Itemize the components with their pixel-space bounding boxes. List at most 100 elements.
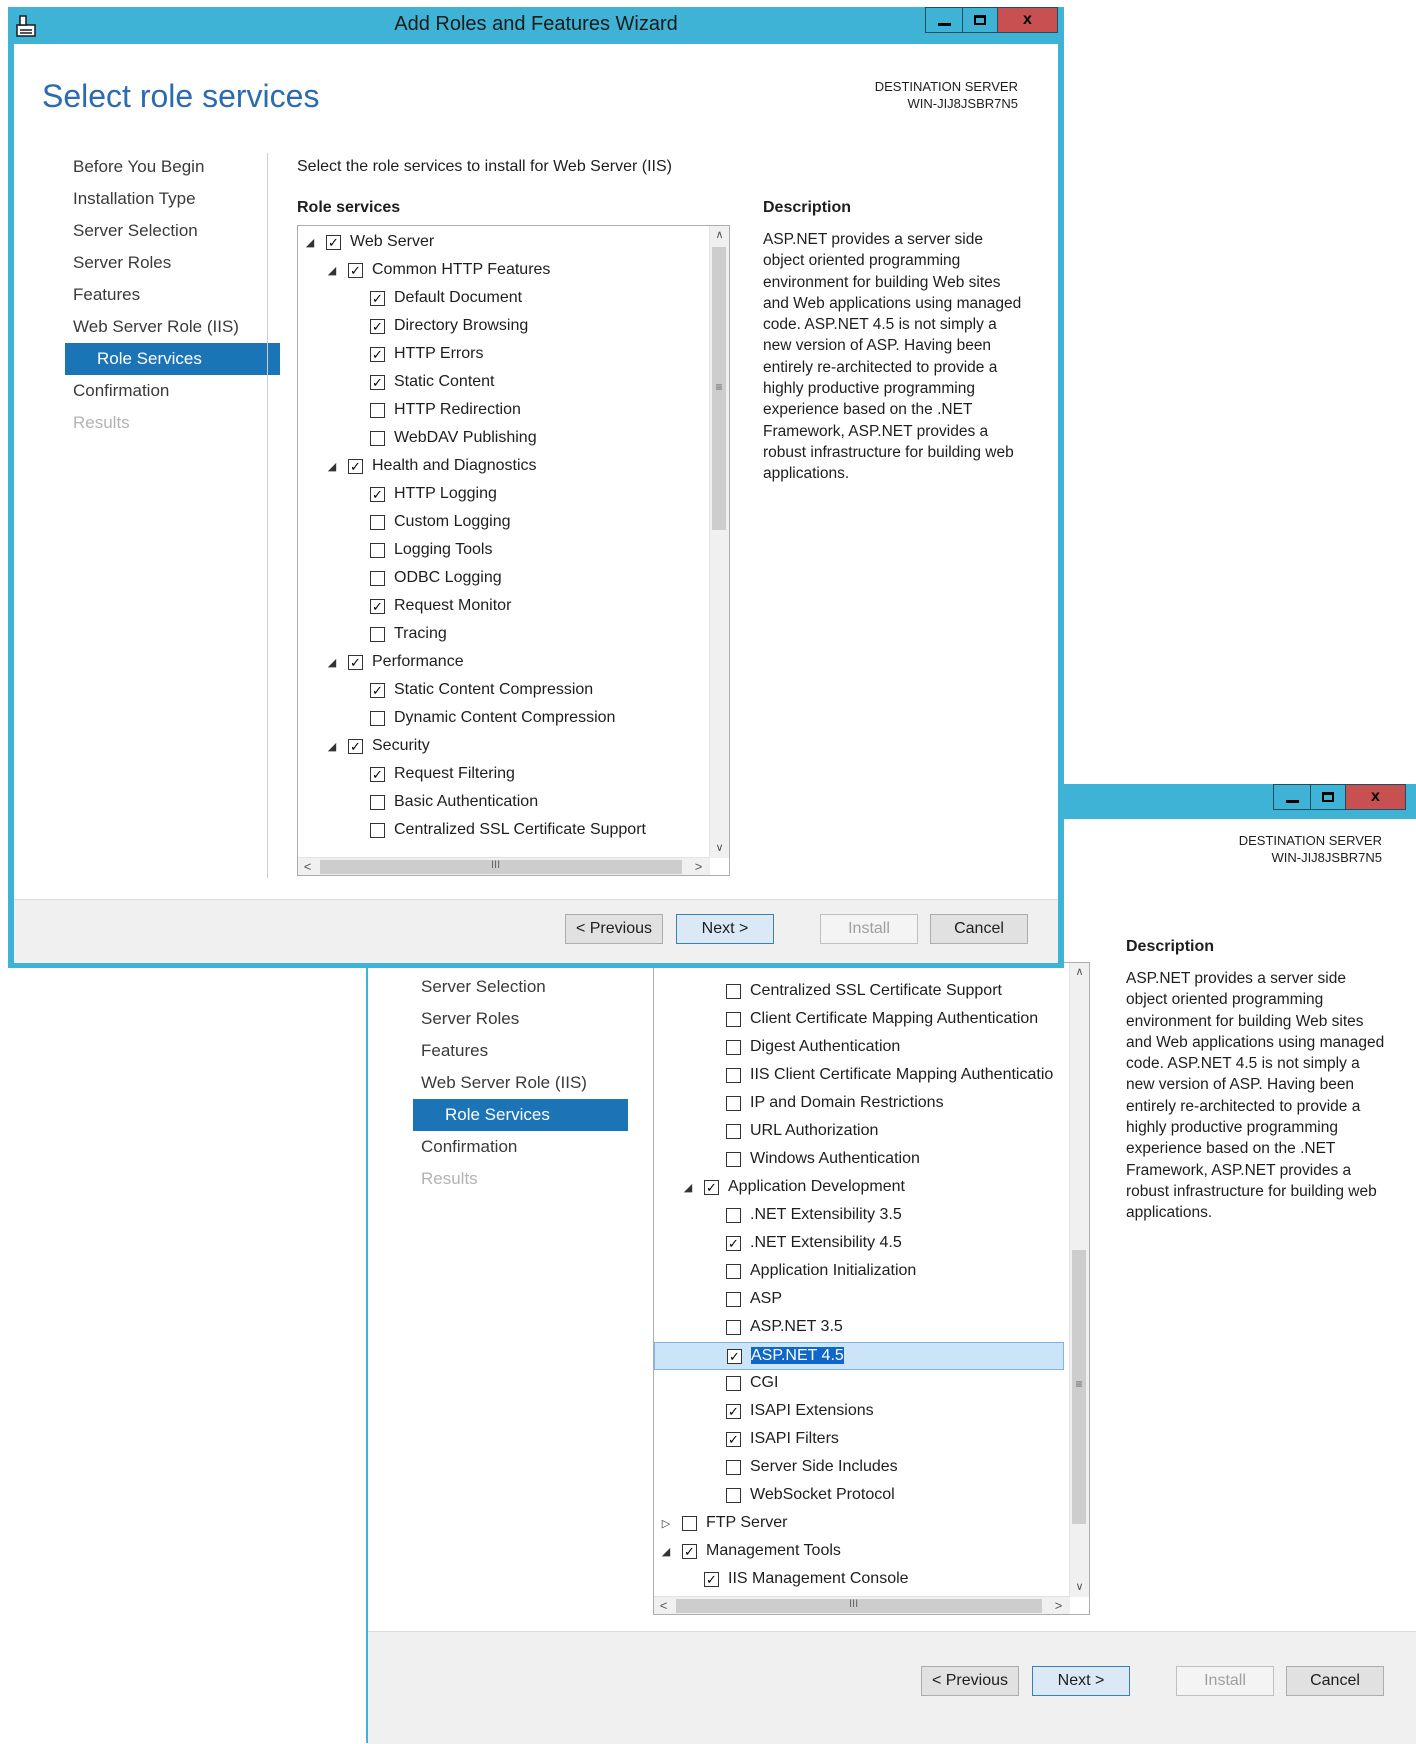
nav-item-installation-type[interactable]: Installation Type [65, 183, 280, 215]
scroll-thumb[interactable]: ≡ [712, 247, 726, 530]
tree-row[interactable]: ▷ FTP Server [654, 1510, 1064, 1538]
expanded-arrow-icon[interactable]: ◢ [326, 649, 338, 677]
checkbox-checked[interactable]: ✓ [370, 767, 385, 782]
checkbox-unchecked[interactable] [370, 515, 385, 530]
checkbox-unchecked[interactable] [726, 1320, 741, 1335]
checkbox-checked[interactable]: ✓ [326, 235, 341, 250]
checkbox-checked[interactable]: ✓ [348, 459, 363, 474]
previous-button[interactable]: < Previous [565, 914, 663, 944]
tree-row[interactable]: Tracing [298, 621, 708, 649]
checkbox-unchecked[interactable] [726, 1012, 741, 1027]
checkbox-unchecked[interactable] [726, 1376, 741, 1391]
checkbox-checked[interactable]: ✓ [370, 291, 385, 306]
tree-row[interactable]: CGI [654, 1370, 1064, 1398]
tree-row[interactable]: Logging Tools [298, 537, 708, 565]
checkbox-unchecked[interactable] [726, 1124, 741, 1139]
tree-row[interactable]: Windows Authentication [654, 1146, 1064, 1174]
checkbox-checked[interactable]: ✓ [370, 347, 385, 362]
tree-row[interactable]: ✓ .NET Extensibility 4.5 [654, 1230, 1064, 1258]
checkbox-unchecked[interactable] [726, 1040, 741, 1055]
checkbox-checked[interactable]: ✓ [726, 1432, 741, 1447]
close-button[interactable]: x [998, 7, 1058, 33]
tree-row[interactable]: ✓ ASP.NET 4.5 [654, 1342, 1064, 1370]
role-services-tree[interactable]: ◢ ✓ Web Server ◢ ✓ Common HTTP Features ✓ Defau… [297, 225, 730, 876]
checkbox-unchecked[interactable] [370, 795, 385, 810]
checkbox-checked[interactable]: ✓ [682, 1544, 697, 1559]
scroll-down-icon[interactable]: ∨ [710, 839, 729, 858]
horizontal-scrollbar[interactable]: < III > [298, 857, 710, 875]
nav-item-server-selection[interactable]: Server Selection [413, 971, 628, 1003]
tree-row[interactable]: ODBC Logging [298, 565, 708, 593]
tree-row[interactable]: IP and Domain Restrictions [654, 1090, 1064, 1118]
tree-row[interactable]: ✓ ISAPI Filters [654, 1426, 1064, 1454]
scroll-down-icon[interactable]: ∨ [1070, 1578, 1089, 1597]
maximize-button[interactable] [1311, 784, 1346, 810]
scroll-left-icon[interactable]: < [298, 858, 317, 875]
minimize-button[interactable] [925, 7, 963, 33]
checkbox-unchecked[interactable] [370, 403, 385, 418]
checkbox-unchecked[interactable] [370, 823, 385, 838]
checkbox-checked[interactable]: ✓ [348, 263, 363, 278]
checkbox-checked[interactable]: ✓ [348, 739, 363, 754]
checkbox-unchecked[interactable] [726, 1152, 741, 1167]
tree-row[interactable]: ✓ Request Monitor [298, 593, 708, 621]
expanded-arrow-icon[interactable]: ◢ [660, 1538, 672, 1566]
checkbox-checked[interactable]: ✓ [726, 1404, 741, 1419]
horizontal-scrollbar[interactable]: < III > [654, 1596, 1070, 1614]
checkbox-checked[interactable]: ✓ [348, 655, 363, 670]
checkbox-unchecked[interactable] [370, 627, 385, 642]
checkbox-unchecked[interactable] [726, 1488, 741, 1503]
nav-item-web-server-role-iis[interactable]: Web Server Role (IIS) [65, 311, 280, 343]
checkbox-unchecked[interactable] [726, 1208, 741, 1223]
nav-item-features[interactable]: Features [65, 279, 280, 311]
scroll-up-icon[interactable]: ∧ [710, 226, 729, 245]
tree-row[interactable]: ✓ Directory Browsing [298, 313, 708, 341]
nav-item-features[interactable]: Features [413, 1035, 628, 1067]
checkbox-checked[interactable]: ✓ [726, 1236, 741, 1251]
tree-row[interactable]: Client Certificate Mapping Authenticatio… [654, 1006, 1064, 1034]
tree-row[interactable]: URL Authorization [654, 1118, 1064, 1146]
tree-row[interactable]: ◢ ✓ Security [298, 733, 708, 761]
nav-item-web-server-role-iis[interactable]: Web Server Role (IIS) [413, 1067, 628, 1099]
checkbox-unchecked[interactable] [726, 1096, 741, 1111]
tree-row[interactable]: ✓ Static Content [298, 369, 708, 397]
nav-item-role-services[interactable]: Role Services [413, 1099, 628, 1131]
checkbox-checked[interactable]: ✓ [704, 1572, 719, 1587]
vertical-scrollbar[interactable]: ∧ ≡ ∨ [1069, 963, 1089, 1597]
tree-row[interactable]: .NET Extensibility 3.5 [654, 1202, 1064, 1230]
previous-button[interactable]: < Previous [921, 1666, 1019, 1696]
hscroll-thumb[interactable]: III [320, 859, 682, 874]
tree-row[interactable]: ◢ ✓ Health and Diagnostics [298, 453, 708, 481]
scroll-right-icon[interactable]: > [1049, 1597, 1068, 1614]
checkbox-checked[interactable]: ✓ [370, 487, 385, 502]
nav-item-confirmation[interactable]: Confirmation [65, 375, 280, 407]
checkbox-checked[interactable]: ✓ [370, 599, 385, 614]
expanded-arrow-icon[interactable]: ◢ [682, 1174, 694, 1202]
checkbox-checked[interactable]: ✓ [370, 683, 385, 698]
cancel-button[interactable]: Cancel [930, 914, 1028, 944]
tree-row[interactable]: ✓ Default Document [298, 285, 708, 313]
collapsed-arrow-icon[interactable]: ▷ [660, 1510, 672, 1538]
tree-row[interactable]: ◢ ✓ Common HTTP Features [298, 257, 708, 285]
nav-item-before-you-begin[interactable]: Before You Begin [65, 151, 280, 183]
tree-row[interactable]: ✓ HTTP Logging [298, 481, 708, 509]
tree-row[interactable]: Custom Logging [298, 509, 708, 537]
vertical-scrollbar[interactable]: ∧ ≡ ∨ [709, 226, 729, 858]
next-button[interactable]: Next > [1032, 1666, 1130, 1696]
expanded-arrow-icon[interactable]: ◢ [326, 453, 338, 481]
tree-row[interactable]: ✓ IIS Management Console [654, 1566, 1064, 1594]
scroll-up-icon[interactable]: ∧ [1070, 963, 1089, 982]
nav-item-server-roles[interactable]: Server Roles [65, 247, 280, 279]
scroll-left-icon[interactable]: < [654, 1597, 673, 1614]
tree-row[interactable]: Application Initialization [654, 1258, 1064, 1286]
tree-row[interactable]: ◢ ✓ Performance [298, 649, 708, 677]
next-button[interactable]: Next > [676, 914, 774, 944]
nav-item-role-services[interactable]: Role Services [65, 343, 280, 375]
role-services-tree[interactable]: Centralized SSL Certificate Support Clien… [653, 962, 1090, 1615]
checkbox-unchecked[interactable] [682, 1516, 697, 1531]
tree-row[interactable]: ◢ ✓ Management Tools [654, 1538, 1064, 1566]
nav-item-server-selection[interactable]: Server Selection [65, 215, 280, 247]
tree-row[interactable]: ◢ ✓ Application Development [654, 1174, 1064, 1202]
checkbox-unchecked[interactable] [726, 1292, 741, 1307]
tree-row[interactable]: Dynamic Content Compression [298, 705, 708, 733]
